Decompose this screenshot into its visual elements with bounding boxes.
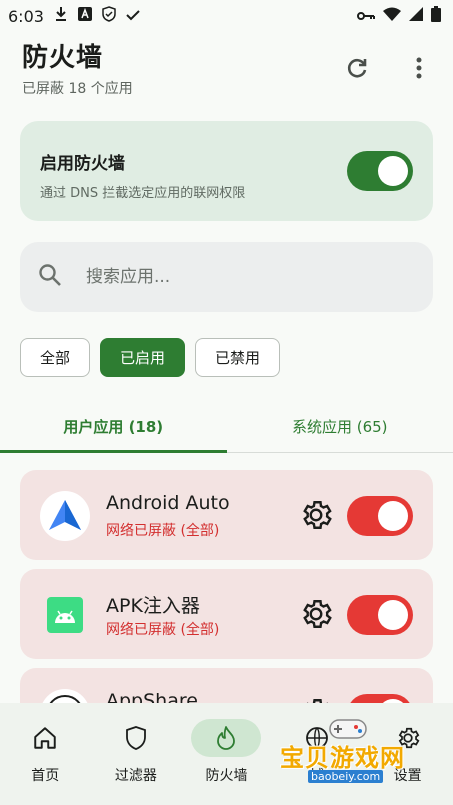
nav-item-home[interactable]: 首页: [0, 703, 91, 805]
globe-icon: [306, 727, 328, 749]
nav-item-settings[interactable]: 设置: [362, 703, 453, 805]
filter-chip-enabled[interactable]: 已启用: [100, 338, 186, 377]
flame-icon: [217, 726, 236, 750]
app-block-switch[interactable]: [347, 595, 413, 635]
switch-knob: [378, 600, 408, 630]
nav-label: 设置: [393, 768, 422, 784]
vpn-key-icon: [357, 7, 375, 25]
gear-icon: [398, 727, 420, 749]
firewall-toggle-card[interactable]: 启用防火墙 通过 DNS 拦截选定应用的联网权限: [20, 121, 433, 221]
more-vert-icon: [416, 57, 422, 79]
firewall-enable-switch[interactable]: [347, 151, 413, 191]
switch-knob: [378, 501, 408, 531]
switch-knob: [378, 156, 408, 186]
nav-label: 过滤器: [114, 768, 157, 784]
status-bar: 6:03: [0, 0, 453, 32]
app-settings-button[interactable]: [298, 497, 334, 533]
nav-label: 首页: [31, 768, 60, 784]
status-time: 6:03: [8, 6, 44, 26]
list-item[interactable]: APK注入器 网络已屏蔽 (全部): [20, 569, 433, 659]
app-type-tabs: 用户应用 (18) 系统应用 (65): [0, 400, 453, 453]
app-name: APK注入器: [106, 595, 200, 617]
check-icon: [126, 7, 140, 25]
download-icon: [54, 6, 68, 26]
shield-icon: [125, 726, 146, 750]
gear-icon: [303, 501, 332, 529]
battery-icon: [431, 6, 441, 26]
android-robot-icon: [40, 590, 90, 640]
filter-chip-all[interactable]: 全部: [20, 338, 91, 377]
signal-icon: [409, 7, 423, 25]
app-name: Android Auto: [106, 492, 230, 514]
nav-item-domains[interactable]: 域: [272, 703, 363, 805]
nav-label: 防火墙: [205, 768, 248, 784]
refresh-button[interactable]: [343, 54, 371, 82]
filter-chips: 全部 已启用 已禁用: [20, 338, 281, 377]
app-settings-button[interactable]: [298, 596, 334, 632]
nav-item-filters[interactable]: 过滤器: [91, 703, 182, 805]
nav-label: 域: [310, 768, 325, 784]
app-status: 网络已屏蔽 (全部): [106, 523, 220, 539]
wifi-icon: [383, 7, 401, 25]
list-item[interactable]: Android Auto 网络已屏蔽 (全部): [20, 470, 433, 560]
gear-icon: [303, 600, 332, 628]
search-input[interactable]: [86, 267, 386, 287]
font-a-icon: [77, 7, 92, 25]
more-options-button[interactable]: [405, 54, 433, 82]
bottom-navigation: 首页 过滤器 防火墙 域 设置: [0, 703, 453, 805]
app-block-switch[interactable]: [347, 496, 413, 536]
search-icon: [38, 263, 62, 291]
filter-chip-disabled[interactable]: 已禁用: [195, 338, 281, 377]
home-icon: [34, 727, 57, 749]
nav-item-firewall[interactable]: 防火墙: [181, 703, 272, 805]
app-bar: 防火墙 已屏蔽 18 个应用: [0, 32, 453, 104]
app-status: 网络已屏蔽 (全部): [106, 622, 220, 638]
search-bar[interactable]: [20, 242, 433, 312]
refresh-icon: [347, 58, 367, 78]
tab-system-apps[interactable]: 系统应用 (65): [227, 400, 453, 452]
android-auto-icon: [40, 491, 90, 541]
shield-check-icon: [102, 6, 116, 26]
tab-user-apps[interactable]: 用户应用 (18): [0, 400, 227, 453]
